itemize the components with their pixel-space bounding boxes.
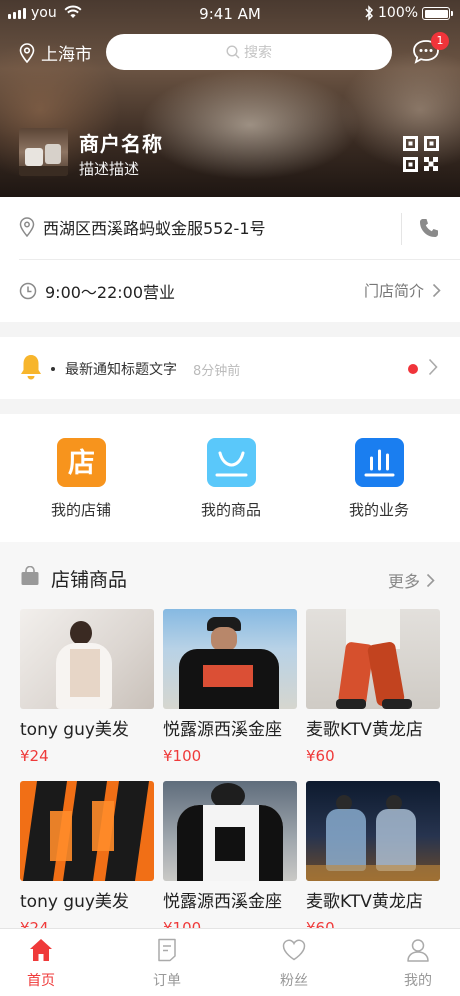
goods-image xyxy=(306,609,440,709)
order-document-icon xyxy=(158,938,176,962)
bar-chart-icon xyxy=(354,438,404,487)
chevron-right-icon xyxy=(432,283,441,298)
hours-row: 9:00～22:00营业 xyxy=(19,279,175,303)
battery-icon xyxy=(422,7,453,20)
notice-bar[interactable]: 最新通知标题文字 8分钟前 xyxy=(0,337,460,399)
bluetooth-icon xyxy=(365,5,374,21)
bell-icon xyxy=(21,355,41,380)
goods-image xyxy=(163,781,297,881)
notice-title: 最新通知标题文字 xyxy=(65,362,177,378)
store-intro-label: 门店简介 xyxy=(363,282,424,300)
shopping-bag-icon xyxy=(21,566,39,585)
shopping-bag-icon xyxy=(206,438,256,487)
goods-image xyxy=(20,609,154,709)
search-icon xyxy=(226,45,240,59)
goods-name: tony guy美发 xyxy=(20,892,129,912)
phone-icon[interactable] xyxy=(418,217,440,239)
goods-image xyxy=(306,781,440,881)
battery-percent: 100% xyxy=(378,5,419,21)
store-intro-link[interactable]: 门店简介 xyxy=(364,280,441,301)
user-icon xyxy=(407,939,429,962)
clock-icon xyxy=(19,282,37,300)
goods-price: ¥100 xyxy=(163,747,202,765)
store-address: 西湖区西溪路蚂蚁金服552-1号 xyxy=(43,219,266,238)
goods-price: ¥60 xyxy=(306,919,335,928)
message-button[interactable]: 1 xyxy=(412,32,449,66)
city-selector[interactable]: 上海市 xyxy=(19,40,92,65)
goods-card[interactable]: 麦歌KTV黄龙店 ¥60 xyxy=(306,781,440,928)
store-info-card: 西湖区西溪路蚂蚁金服552-1号 9:00～22:00营业 门店简介 xyxy=(0,197,460,322)
goods-name: 麦歌KTV黄龙店 xyxy=(306,892,423,912)
message-badge: 1 xyxy=(431,32,449,50)
goods-name: tony guy美发 xyxy=(20,720,129,740)
qr-code-icon[interactable] xyxy=(403,136,439,172)
more-link[interactable]: 更多 xyxy=(388,568,435,592)
unread-dot xyxy=(408,364,418,374)
address-row[interactable]: 西湖区西溪路蚂蚁金服552-1号 xyxy=(19,215,266,239)
chevron-right-icon xyxy=(428,358,438,376)
store-goods-section: 店铺商品 更多 tony guy美发 ¥24 悦露源西溪金座 ¥100 麦歌KT… xyxy=(0,542,460,928)
search-placeholder: 搜索 xyxy=(244,45,272,61)
goods-card[interactable]: 麦歌KTV黄龙店 ¥60 xyxy=(306,609,440,765)
goods-image xyxy=(20,781,154,881)
goods-card[interactable]: tony guy美发 ¥24 xyxy=(20,781,154,928)
merchant-description: 描述描述 xyxy=(79,160,140,178)
goods-image xyxy=(163,609,297,709)
goods-card[interactable]: 悦露源西溪金座 ¥100 xyxy=(163,781,297,928)
store-icon: 店 xyxy=(56,438,106,487)
svg-text:店: 店 xyxy=(68,448,95,479)
city-name: 上海市 xyxy=(41,45,92,65)
tab-bar: 首页 订单 粉丝 我的 xyxy=(0,928,460,996)
goods-price: ¥100 xyxy=(163,919,202,928)
notice-time: 8分钟前 xyxy=(193,364,241,379)
shortcut-label: 我的店铺 xyxy=(50,501,111,519)
merchant-logo xyxy=(19,128,68,176)
location-pin-icon xyxy=(19,217,35,237)
tab-mine[interactable]: 我的 xyxy=(378,937,458,990)
chevron-right-icon xyxy=(426,573,435,587)
business-hours: 9:00～22:00营业 xyxy=(45,283,176,302)
shortcut-my-business[interactable]: 我的业务 xyxy=(329,438,429,520)
goods-price: ¥60 xyxy=(306,747,335,765)
goods-name: 悦露源西溪金座 xyxy=(163,720,282,740)
goods-card[interactable]: tony guy美发 ¥24 xyxy=(20,609,154,765)
goods-price: ¥24 xyxy=(20,747,49,765)
shortcut-label: 我的商品 xyxy=(200,501,261,519)
section-title: 店铺商品 xyxy=(51,569,128,591)
goods-price: ¥24 xyxy=(20,919,49,928)
home-icon xyxy=(30,939,52,961)
tab-home[interactable]: 首页 xyxy=(1,937,81,990)
more-label: 更多 xyxy=(388,572,421,591)
tab-fans[interactable]: 粉丝 xyxy=(254,937,334,990)
shortcut-my-goods[interactable]: 我的商品 xyxy=(181,438,281,520)
tab-label: 粉丝 xyxy=(280,973,308,989)
merchant-name: 商户名称 xyxy=(79,132,163,156)
shortcut-label: 我的业务 xyxy=(348,501,409,519)
shortcut-my-store[interactable]: 店 我的店铺 xyxy=(31,438,131,520)
goods-card[interactable]: 悦露源西溪金座 ¥100 xyxy=(163,609,297,765)
goods-name: 麦歌KTV黄龙店 xyxy=(306,720,423,740)
tab-orders[interactable]: 订单 xyxy=(127,937,207,990)
search-input[interactable]: 搜索 xyxy=(106,34,392,70)
store-header: you 9:41 AM 100% 上海市 搜索 1 商户名称 描述描述 xyxy=(0,0,460,197)
status-bar: you 9:41 AM 100% xyxy=(0,0,460,28)
goods-name: 悦露源西溪金座 xyxy=(163,892,282,912)
tab-label: 订单 xyxy=(153,973,181,989)
shortcut-grid: 店 我的店铺 我的商品 我的业务 xyxy=(0,414,460,542)
tab-label: 我的 xyxy=(404,973,432,989)
tab-label: 首页 xyxy=(27,973,55,989)
heart-icon xyxy=(282,939,306,961)
location-pin-icon xyxy=(19,42,35,63)
